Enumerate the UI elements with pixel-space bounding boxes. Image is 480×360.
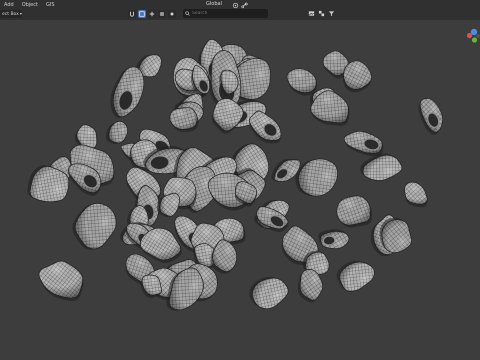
mesh-object[interactable] (415, 95, 448, 137)
menu-object[interactable]: Object (22, 0, 38, 10)
search-input[interactable] (190, 11, 262, 16)
viewport-header: Add Object GIS ect Box▾ Global (0, 0, 480, 21)
select-mode-dropdown[interactable]: ect Box▾ (0, 10, 22, 18)
grid-button[interactable] (148, 9, 156, 18)
mesh-object[interactable] (289, 149, 344, 205)
mesh-object[interactable] (104, 118, 131, 147)
mesh-object[interactable] (244, 269, 292, 315)
snap-toolbar (128, 9, 176, 18)
box-select-button[interactable] (138, 9, 146, 18)
mesh-object[interactable] (398, 179, 433, 212)
mesh-scene (27, 38, 448, 315)
mesh-object[interactable] (318, 228, 350, 251)
snap-vertex-icon (170, 12, 174, 15)
transform-orientation-dropdown[interactable]: Global (206, 0, 222, 9)
snap-vertex-button[interactable] (168, 9, 176, 18)
search-field[interactable] (183, 9, 268, 18)
snap-face-button[interactable] (158, 9, 166, 18)
pivot-group (232, 1, 248, 9)
overlay-icon[interactable] (318, 10, 325, 17)
mesh-object[interactable] (33, 255, 89, 305)
mesh-object[interactable] (67, 197, 122, 256)
header-menu: Add Object GIS (4, 0, 55, 10)
menu-add[interactable]: Add (4, 0, 14, 10)
snap-face-icon (160, 11, 164, 16)
3d-viewport[interactable] (0, 20, 480, 360)
pivot-icon[interactable] (232, 2, 239, 9)
box-select-icon (139, 10, 145, 17)
mesh-object[interactable] (333, 254, 379, 296)
menu-gis[interactable]: GIS (46, 0, 55, 10)
blender-window: Add Object GIS ect Box▾ Global (0, 0, 480, 360)
filter-icon[interactable] (328, 10, 335, 17)
mesh-object[interactable] (336, 194, 374, 229)
image-icon[interactable] (308, 10, 315, 17)
grid-icon (149, 11, 155, 16)
select-mode-label: ect Box (2, 12, 19, 17)
right-toolbar (308, 9, 335, 18)
navigation-gizmo[interactable] (466, 22, 480, 52)
orientation-label: Global (206, 1, 222, 7)
chevron-down-icon: ▾ (19, 11, 22, 16)
magnet-icon (130, 11, 134, 17)
link-icon[interactable] (241, 2, 248, 9)
magnet-button[interactable] (128, 9, 136, 18)
